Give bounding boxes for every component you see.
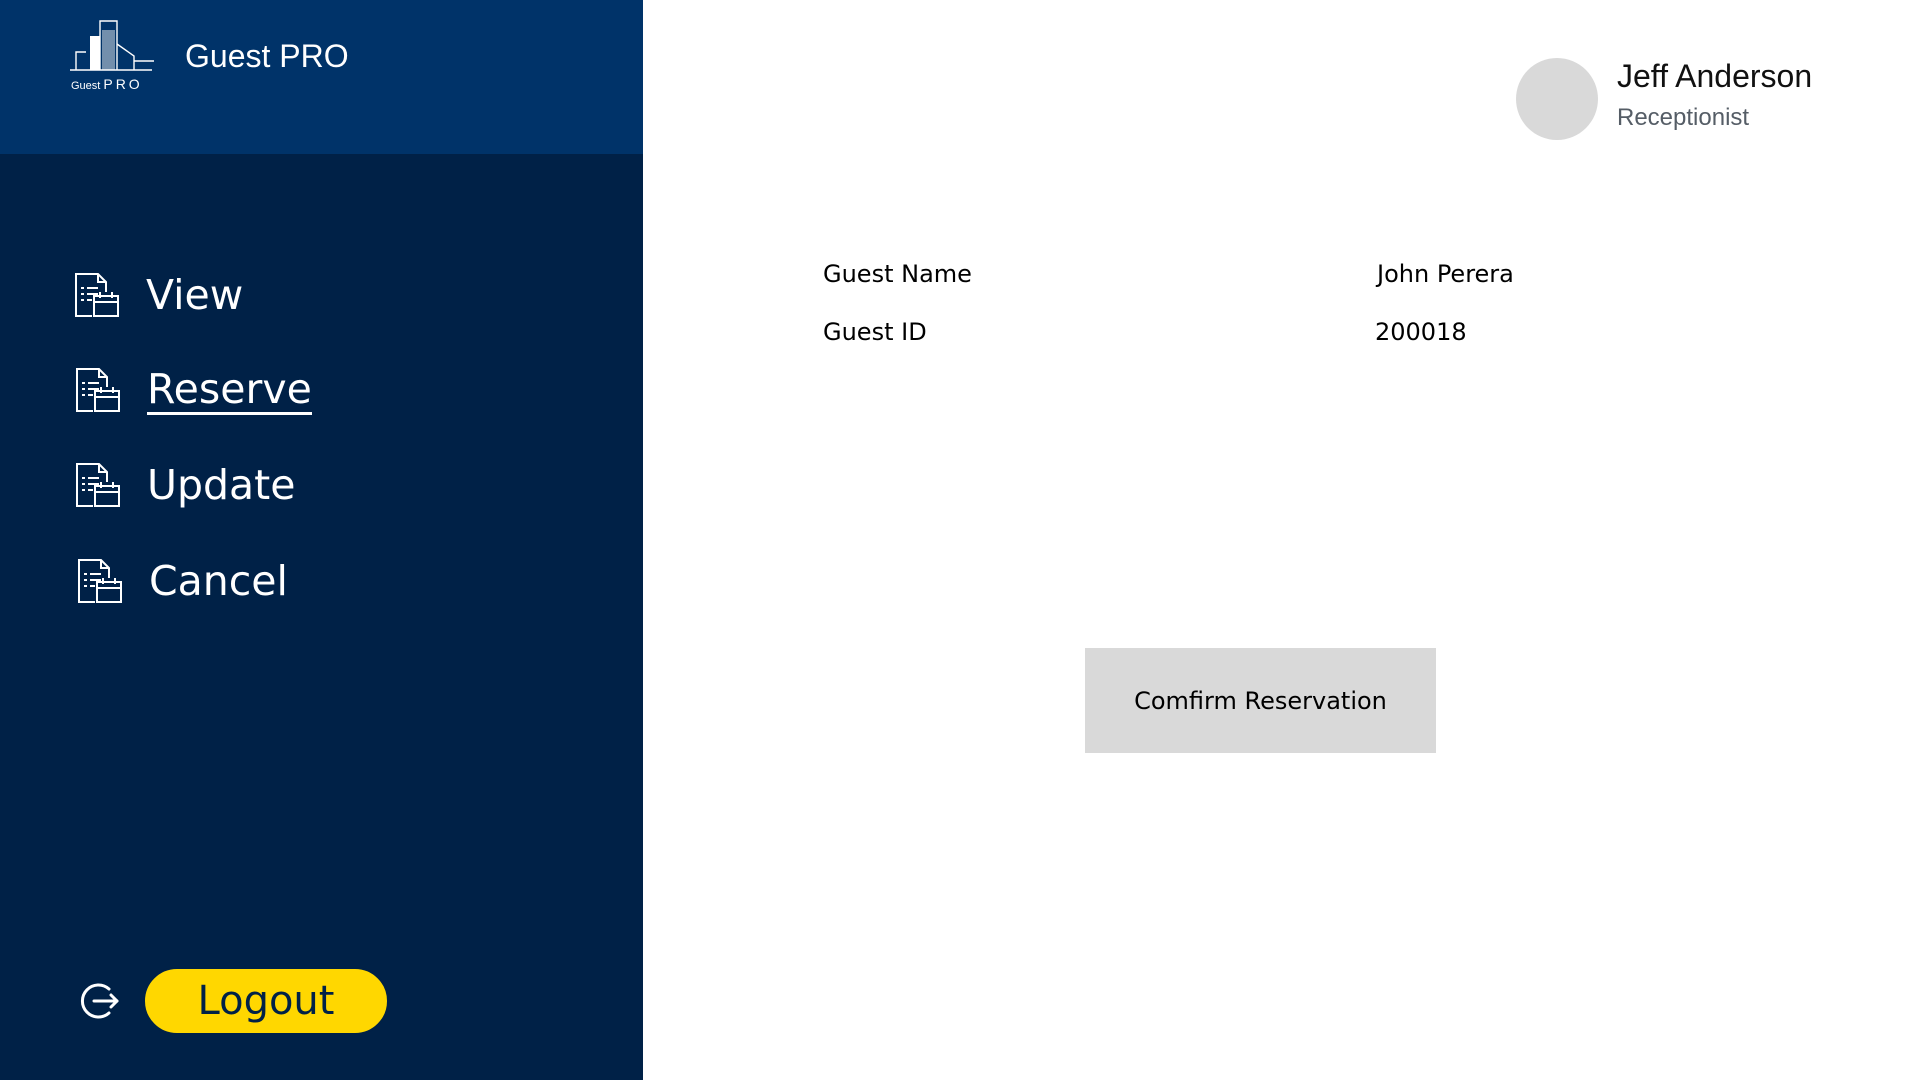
guest-name-label: Guest Name [823, 260, 972, 288]
sidebar-item-cancel[interactable]: Cancel [75, 551, 288, 611]
confirm-reservation-button[interactable]: Comfirm Reservation [1085, 648, 1436, 753]
sidebar-header: Guest PRO Guest PRO [0, 0, 643, 154]
logo-text-small: Guest [71, 80, 101, 92]
sidebar-item-label: Update [147, 461, 296, 509]
logout-icon[interactable] [76, 979, 120, 1023]
sidebar-item-update[interactable]: Update [73, 455, 296, 515]
document-calendar-icon [75, 273, 119, 317]
guestpro-logo: Guest PRO [68, 18, 156, 96]
guest-id-value: 200018 [1375, 318, 1467, 346]
sidebar-item-label: Cancel [149, 557, 288, 605]
building-logo-icon [70, 20, 154, 71]
sidebar-item-label: Reserve [147, 364, 312, 415]
avatar [1516, 58, 1598, 140]
logo-text-big: PRO [103, 76, 143, 92]
document-calendar-icon [76, 463, 120, 507]
sidebar-item-label: View [146, 271, 244, 319]
logo-caption: Guest PRO [71, 76, 143, 94]
user-name: Jeff Anderson [1617, 58, 1813, 94]
user-role: Receptionist [1617, 104, 1750, 131]
sidebar: Guest PRO Guest PRO View Reserve Update … [0, 0, 643, 1080]
guest-id-label: Guest ID [823, 318, 927, 346]
guest-name-value: John Perera [1377, 260, 1514, 288]
document-calendar-icon [76, 368, 120, 412]
sidebar-item-view[interactable]: View [72, 265, 243, 325]
app-title: Guest PRO [185, 38, 349, 74]
logout-button[interactable]: Logout [143, 967, 389, 1035]
sidebar-item-reserve[interactable]: Reserve [73, 360, 312, 420]
document-calendar-icon [78, 559, 122, 603]
